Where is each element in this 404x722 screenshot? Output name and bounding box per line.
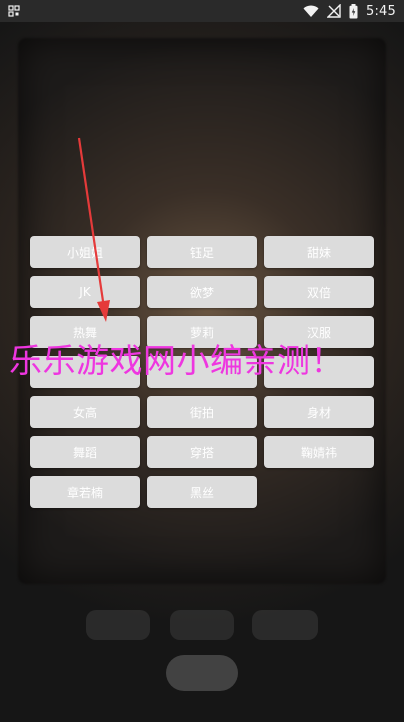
battery-icon	[349, 3, 358, 18]
status-bar: 5:45	[0, 0, 404, 22]
tag-button[interactable]: 鞠婧祎	[264, 436, 374, 468]
background-play-button	[166, 655, 238, 691]
wifi-icon	[303, 5, 319, 17]
tag-button[interactable]: 舞蹈	[30, 436, 140, 468]
red-arrow-icon	[77, 137, 110, 322]
tag-button[interactable]: 欲梦	[147, 276, 257, 308]
tag-button[interactable]: 身材	[264, 396, 374, 428]
background-control-3	[252, 610, 318, 640]
tag-button[interactable]: 女高	[30, 396, 140, 428]
tag-button[interactable]: 黑丝	[147, 476, 257, 508]
background-control-2	[170, 610, 234, 640]
signal-off-icon	[327, 4, 341, 18]
tag-button[interactable]: 甜妹	[264, 236, 374, 268]
tag-button[interactable]: 双倍	[264, 276, 374, 308]
tag-button[interactable]: 章若楠	[30, 476, 140, 508]
screenshot-icon	[8, 5, 20, 17]
clock: 5:45	[366, 3, 396, 19]
tag-button[interactable]: 街拍	[147, 396, 257, 428]
tag-button[interactable]: 穿搭	[147, 436, 257, 468]
tag-button[interactable]: 钰足	[147, 236, 257, 268]
background-control-1	[86, 610, 150, 640]
watermark-text: 乐乐游戏网小编亲测！	[9, 341, 344, 380]
